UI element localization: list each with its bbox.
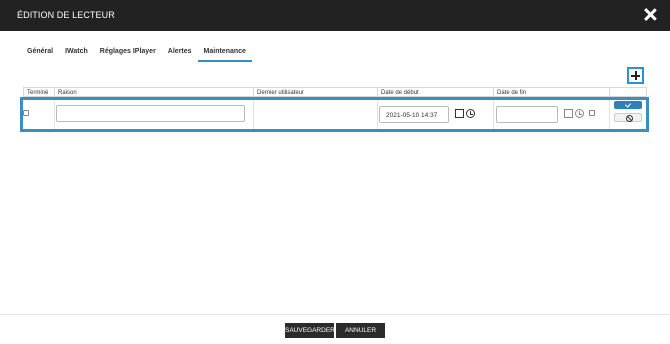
calendar-icon[interactable] <box>455 109 464 118</box>
plus-icon[interactable] <box>627 67 644 84</box>
date-fin-input[interactable] <box>496 106 558 123</box>
raison-input[interactable] <box>56 105 245 122</box>
clock-icon[interactable] <box>466 109 475 118</box>
cancel-button[interactable]: ANNULER <box>336 323 385 338</box>
column-header-raison: Raison <box>55 88 254 97</box>
date-fin-checkbox[interactable] <box>589 110 595 116</box>
tab-reglages-iplayer[interactable]: Réglages IPlayer <box>94 44 162 62</box>
save-button[interactable]: SAUVEGARDER <box>285 323 335 338</box>
clock-icon[interactable] <box>575 109 584 118</box>
tab-iwatch[interactable]: IWatch <box>59 44 94 62</box>
column-header-actions <box>610 88 647 97</box>
column-divider <box>609 100 610 129</box>
cancel-row-button[interactable] <box>614 113 642 122</box>
title-bar: ÉDITION DE LECTEUR <box>0 0 670 31</box>
confirm-button[interactable] <box>614 101 642 109</box>
column-header-termine: Terminé <box>24 88 55 97</box>
column-header-dernier-utilisateur: Dernier utilisateur <box>254 88 378 97</box>
tab-bar: Général IWatch Réglages IPlayer Alertes … <box>21 44 252 62</box>
date-debut-input[interactable]: 2021-05-10 14:37 <box>379 106 449 123</box>
tab-general[interactable]: Général <box>21 44 59 62</box>
column-header-date-debut: Date de début <box>378 88 494 97</box>
tab-maintenance[interactable]: Maintenance <box>197 44 252 62</box>
column-header-date-fin: Date de fin <box>494 88 610 97</box>
termine-checkbox[interactable] <box>23 110 29 116</box>
column-divider <box>253 100 254 129</box>
table-row: 2021-05-10 14:37 <box>20 97 649 132</box>
tab-alertes[interactable]: Alertes <box>162 44 198 62</box>
column-divider <box>493 100 494 129</box>
table-header: Terminé Raison Dernier utilisateur Date … <box>23 87 647 97</box>
column-divider <box>377 100 378 129</box>
window-title: ÉDITION DE LECTEUR <box>17 10 115 20</box>
footer-bar: SAUVEGARDER ANNULER <box>0 314 670 344</box>
close-icon[interactable] <box>644 8 657 21</box>
column-divider <box>54 100 55 129</box>
calendar-icon[interactable] <box>564 109 573 118</box>
